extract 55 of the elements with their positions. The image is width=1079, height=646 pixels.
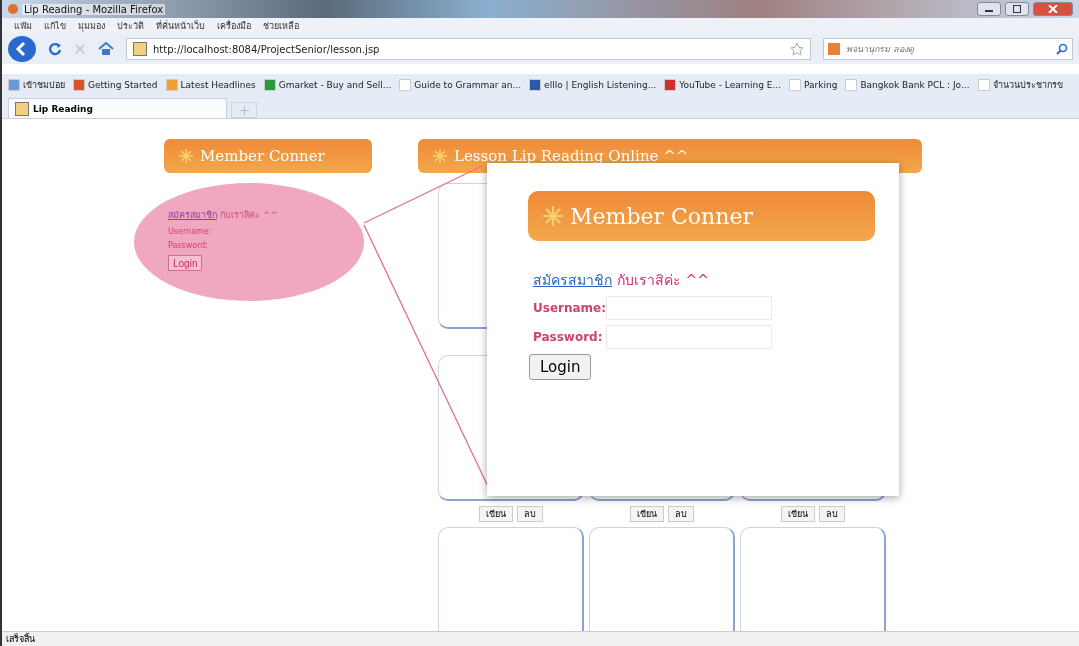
menu-item[interactable]: แก้ไข [44, 19, 66, 33]
menu-item[interactable]: ประวัติ [117, 19, 144, 33]
menu-item[interactable]: ที่คั่นหน้าเว็บ [156, 19, 205, 33]
panel-header: Member Conner [164, 139, 372, 173]
card-button[interactable]: เขียน [781, 506, 815, 522]
bookmark-item[interactable]: เข้าชมบ่อย [8, 78, 65, 92]
search-box[interactable]: พจนานุกรม ลองดู [823, 38, 1073, 60]
menu-item[interactable]: เครื่องมือ [217, 19, 251, 33]
bookmark-item[interactable]: Parking [789, 79, 838, 91]
status-text: เสร็จสิ้น [6, 632, 35, 646]
search-icon[interactable] [1056, 43, 1068, 55]
url-text: http://localhost:8084/ProjectSenior/lesson.jsp [153, 43, 380, 55]
bookmark-item[interactable]: Guide to Grammar an... [399, 79, 522, 91]
maximize-icon [1012, 5, 1022, 13]
password-label: Password: [168, 241, 209, 250]
card-button[interactable]: ลบ [517, 506, 543, 522]
maximize-button[interactable] [1005, 2, 1029, 16]
bookmark-item[interactable]: Latest Headlines [165, 79, 256, 91]
card-button[interactable]: เขียน [479, 506, 513, 522]
plus-icon [239, 105, 249, 115]
register-text: กับเราสิค่ะ ^^ [220, 210, 278, 220]
username-label: Username: [168, 227, 212, 236]
window-title: Lip Reading - Mozilla Firefox [22, 3, 166, 15]
star-icon[interactable] [790, 42, 804, 56]
bookmark-item[interactable]: Bangkok Bank PCL : Jo... [845, 79, 970, 91]
home-icon[interactable] [98, 42, 114, 56]
login-button[interactable]: Login [529, 354, 592, 380]
bookmark-item[interactable]: elllo | English Listening... [529, 79, 657, 91]
card-button[interactable]: ลบ [668, 506, 694, 522]
close-button[interactable] [1033, 2, 1073, 16]
card-button[interactable]: ลบ [819, 506, 845, 522]
password-label: Password: [533, 330, 601, 344]
browser-icon [8, 4, 18, 14]
register-text: กับเราสิค่ะ ^^ [617, 272, 709, 288]
login-button[interactable]: Login [168, 255, 203, 271]
close-icon [1048, 5, 1058, 13]
back-button[interactable] [8, 36, 36, 62]
bookmark-item[interactable]: YouTube - Learning E... [664, 79, 782, 91]
sparkle-icon [432, 148, 448, 164]
bookmark-item[interactable]: จำนวนประชากรข [977, 78, 1063, 92]
sparkle-icon [178, 148, 194, 164]
page-icon [133, 42, 147, 56]
address-bar[interactable]: http://localhost:8084/ProjectSenior/lesson.jsp [126, 38, 811, 60]
panel-header: Member Conner [528, 191, 875, 241]
bookmark-item[interactable]: Gmarket - Buy and Sell... [263, 79, 392, 91]
reload-icon[interactable] [48, 42, 62, 56]
register-link[interactable]: สมัครสมาชิก [533, 272, 612, 288]
menu-item[interactable]: มุมมอง [78, 19, 105, 33]
minimize-button[interactable] [977, 2, 1001, 16]
menu-item[interactable]: ช่วยเหลือ [263, 19, 299, 33]
menu-item[interactable]: แฟ้ม [14, 19, 32, 33]
browser-tab[interactable]: Lip Reading [8, 98, 227, 118]
card-button[interactable]: เขียน [630, 506, 664, 522]
sparkle-icon [542, 205, 564, 227]
bookmark-item[interactable]: Getting Started [73, 79, 158, 91]
